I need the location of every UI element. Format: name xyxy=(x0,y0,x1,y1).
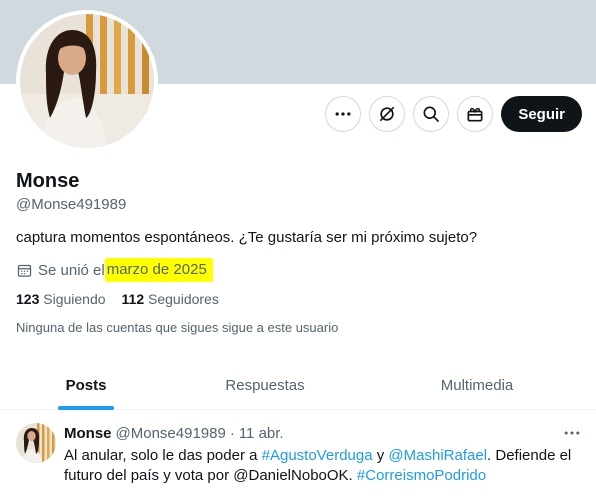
tab-multimedia[interactable]: Multimedia xyxy=(358,360,596,410)
tab-respuestas[interactable]: Respuestas xyxy=(172,360,358,410)
following-count: 123 xyxy=(16,291,40,307)
follow-button[interactable]: Seguir xyxy=(501,96,582,132)
following-link[interactable]: 123 Siguiendo xyxy=(16,291,106,307)
following-label: Siguiendo xyxy=(43,291,106,307)
hashtag-link[interactable]: #CorreismoPodrido xyxy=(357,467,486,484)
post-text-part: Al anular, solo le das poder a xyxy=(64,447,262,464)
calendar-icon xyxy=(17,264,32,277)
hashtag-link[interactable]: #AgustoVerduga xyxy=(262,447,373,464)
search-profile-button[interactable] xyxy=(413,96,450,132)
follow-stats: 123 Siguiendo 112 Seguidores xyxy=(16,291,219,307)
search-icon xyxy=(423,106,440,122)
post-author-name[interactable]: Monse xyxy=(64,425,112,442)
more-icon xyxy=(335,112,351,116)
post-item[interactable]: Monse @Monse491989 · 11 abr. Al anular, … xyxy=(0,411,596,499)
grok-icon xyxy=(380,106,395,122)
tab-posts[interactable]: Posts xyxy=(0,360,172,410)
avatar-photo xyxy=(20,14,154,148)
post-header: Monse @Monse491989 · 11 abr. xyxy=(64,425,284,442)
profile-bio: captura momentos espontáneos. ¿Te gustar… xyxy=(16,229,478,246)
post-date[interactable]: 11 abr. xyxy=(239,425,284,442)
mention-link[interactable]: @MashiRafael xyxy=(388,447,487,464)
followers-label: Seguidores xyxy=(148,291,219,307)
joined-date: Se unió el marzo de 2025 xyxy=(16,258,213,282)
post-more-icon[interactable] xyxy=(562,423,582,443)
post-author-handle[interactable]: @Monse491989 xyxy=(116,425,226,442)
profile-avatar[interactable] xyxy=(16,10,158,152)
followers-link[interactable]: 112 Seguidores xyxy=(122,291,219,307)
post-text-part: y xyxy=(372,447,389,464)
gift-icon xyxy=(467,107,483,122)
more-options-button[interactable] xyxy=(325,96,362,132)
joined-prefix: Se unió el xyxy=(38,261,105,279)
subscribe-gift-button[interactable] xyxy=(457,96,494,132)
profile-handle: @Monse491989 xyxy=(16,196,127,213)
joined-date-highlight: marzo de 2025 xyxy=(104,258,213,282)
profile-name: Monse xyxy=(16,170,80,192)
post-text: Al anular, solo le das poder a #AgustoVe… xyxy=(64,446,584,486)
post-separator: · xyxy=(229,425,235,442)
followers-count: 112 xyxy=(121,291,145,307)
profile-actions: Seguir xyxy=(325,96,582,132)
profile-tabs: Posts Respuestas Multimedia xyxy=(0,360,596,410)
mutual-followers-note: Ninguna de las cuentas que sigues sigue … xyxy=(16,320,339,335)
grok-button[interactable] xyxy=(369,96,406,132)
post-avatar[interactable] xyxy=(16,423,56,463)
